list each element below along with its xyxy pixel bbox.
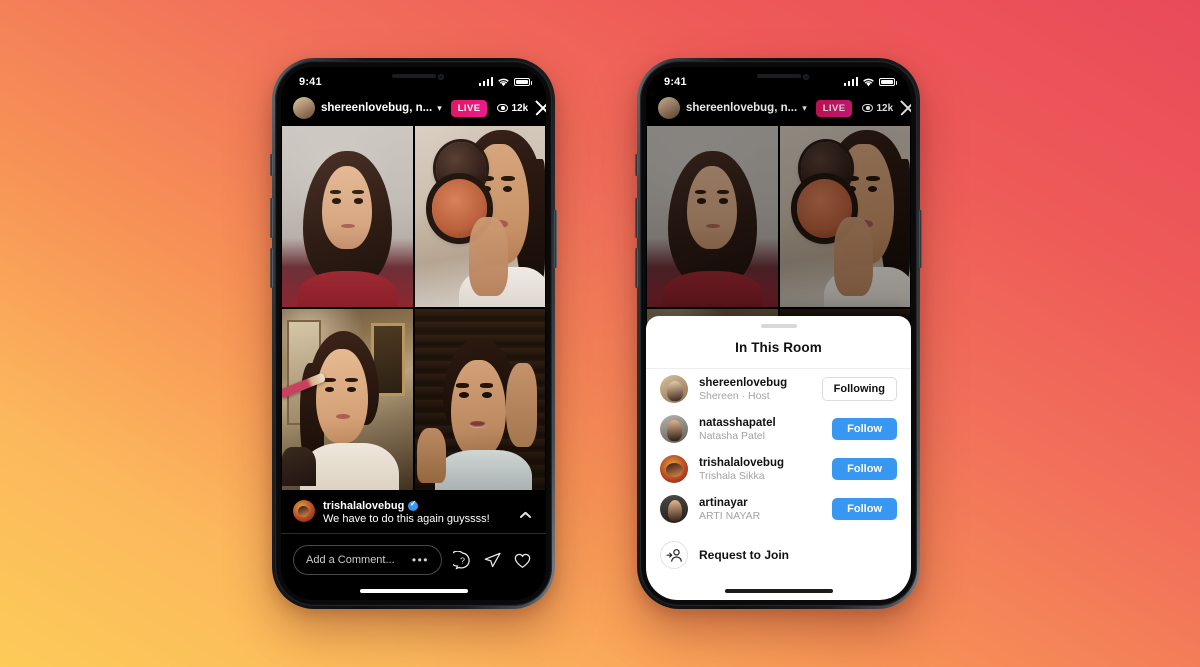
question-circle-icon[interactable]: ? [453,550,472,570]
participant-tile-2[interactable] [779,126,910,307]
participant-username: natasshapatel [699,416,776,429]
viewer-count-label: 12k [511,102,529,114]
commenter-username[interactable]: trishalalovebug [323,500,404,512]
latest-comment: trishalalovebug We have to do this again… [281,490,546,533]
participant-grid [281,126,546,490]
participant-subtitle: Shereen · Host [699,389,770,402]
background-canvas: 9:41 shereenlovebug, n... ▾ LIVE 12k tri… [0,0,1200,667]
chevron-up-icon[interactable] [518,508,532,522]
participant-username: trishalalovebug [699,456,784,469]
request-to-join-label: Request to Join [699,548,790,562]
participant-subtitle: Trishala Sikka [699,469,765,482]
signal-bars-icon [843,77,858,86]
front-camera-icon [437,74,444,80]
ellipsis-icon[interactable]: ••• [412,554,429,566]
chevron-down-icon[interactable]: ▾ [437,103,442,114]
power-button[interactable] [919,210,922,268]
status-icons [843,77,897,87]
avatar[interactable] [660,495,688,523]
svg-text:?: ? [460,555,465,565]
chevron-down-icon[interactable]: ▾ [802,103,807,114]
action-bar: Add a Comment... ••• ? [281,534,546,581]
live-badge: LIVE [815,99,853,117]
front-camera-icon [802,74,809,80]
share-icon[interactable] [483,551,502,570]
verified-badge-icon [408,499,419,511]
battery-icon [879,77,897,86]
left-phone-screen: 9:41 shereenlovebug, n... ▾ LIVE 12k tri… [281,67,546,600]
status-time: 9:41 [299,75,322,88]
in-this-room-sheet: In This Room shereenlovebug Shereen · Ho… [646,316,911,600]
right-phone: 9:41 shereenlovebug, n... ▾ LIVE 12k In … [635,58,922,609]
speaker-grille [756,74,801,78]
volume-up-button[interactable] [270,198,273,238]
battery-icon [514,77,532,86]
live-header: shereenlovebug, n... ▾ LIVE 12k [646,93,911,126]
status-time: 9:41 [664,75,687,88]
left-phone: 9:41 shereenlovebug, n... ▾ LIVE 12k tri… [270,58,557,609]
wifi-icon [863,78,874,86]
participant-tile-4[interactable] [414,309,545,490]
makeup-compact [794,142,862,243]
sheet-title: In This Room [646,328,911,369]
participant-username: shereenlovebug [699,376,788,389]
request-to-join-row[interactable]: Request to Join [646,529,911,577]
speaker-grille [391,74,436,78]
follow-button[interactable]: Follow [832,498,897,520]
host-username[interactable]: shereenlovebug, n... [321,102,432,114]
eye-icon [497,104,509,112]
host-avatar[interactable] [293,97,315,119]
wifi-icon [498,78,509,86]
add-person-icon [660,541,688,569]
comment-input[interactable]: Add a Comment... ••• [293,545,442,575]
participant-subtitle: Natasha Patel [699,429,765,442]
commenter-avatar[interactable] [293,500,315,522]
host-avatar[interactable] [658,97,680,119]
eye-icon [862,104,874,112]
avatar[interactable] [660,415,688,443]
host-username[interactable]: shereenlovebug, n... [686,102,797,114]
avatar[interactable] [660,375,688,403]
live-header: shereenlovebug, n... ▾ LIVE 12k [281,93,546,126]
status-icons [478,77,532,87]
volume-up-button[interactable] [635,198,638,238]
commenter-name-row: trishalalovebug [323,499,510,512]
list-item[interactable]: shereenlovebug Shereen · Host Following [646,369,911,409]
mute-switch[interactable] [635,154,638,176]
heart-icon[interactable] [513,551,532,570]
list-item[interactable]: natasshapatel Natasha Patel Follow [646,409,911,449]
follow-button[interactable]: Follow [832,458,897,480]
comment-text: We have to do this again guyssss! [323,513,490,525]
list-item[interactable]: trishalalovebug Trishala Sikka Follow [646,449,911,489]
notch [360,67,467,89]
live-badge: LIVE [450,99,488,117]
viewer-count[interactable]: 12k [862,103,893,114]
participant-tile-1[interactable] [647,126,778,307]
following-button[interactable]: Following [821,377,897,401]
viewer-count-label: 12k [876,102,894,114]
power-button[interactable] [554,210,557,268]
list-item[interactable]: artinayar ARTI NAYAR Follow [646,489,911,529]
signal-bars-icon [478,77,493,86]
volume-down-button[interactable] [270,248,273,288]
volume-down-button[interactable] [635,248,638,288]
avatar[interactable] [660,455,688,483]
participant-subtitle: ARTI NAYAR [699,509,761,522]
right-phone-screen: 9:41 shereenlovebug, n... ▾ LIVE 12k In … [646,67,911,600]
home-indicator[interactable] [724,589,833,593]
mute-switch[interactable] [270,154,273,176]
participant-tile-3[interactable] [282,309,413,490]
viewer-count[interactable]: 12k [497,103,528,114]
participant-tile-1[interactable] [282,126,413,307]
participant-tile-2[interactable] [414,126,545,307]
follow-button[interactable]: Follow [832,418,897,440]
home-indicator[interactable] [359,589,468,593]
participant-username: artinayar [699,496,748,509]
comment-placeholder: Add a Comment... [306,554,395,566]
notch [725,67,832,89]
